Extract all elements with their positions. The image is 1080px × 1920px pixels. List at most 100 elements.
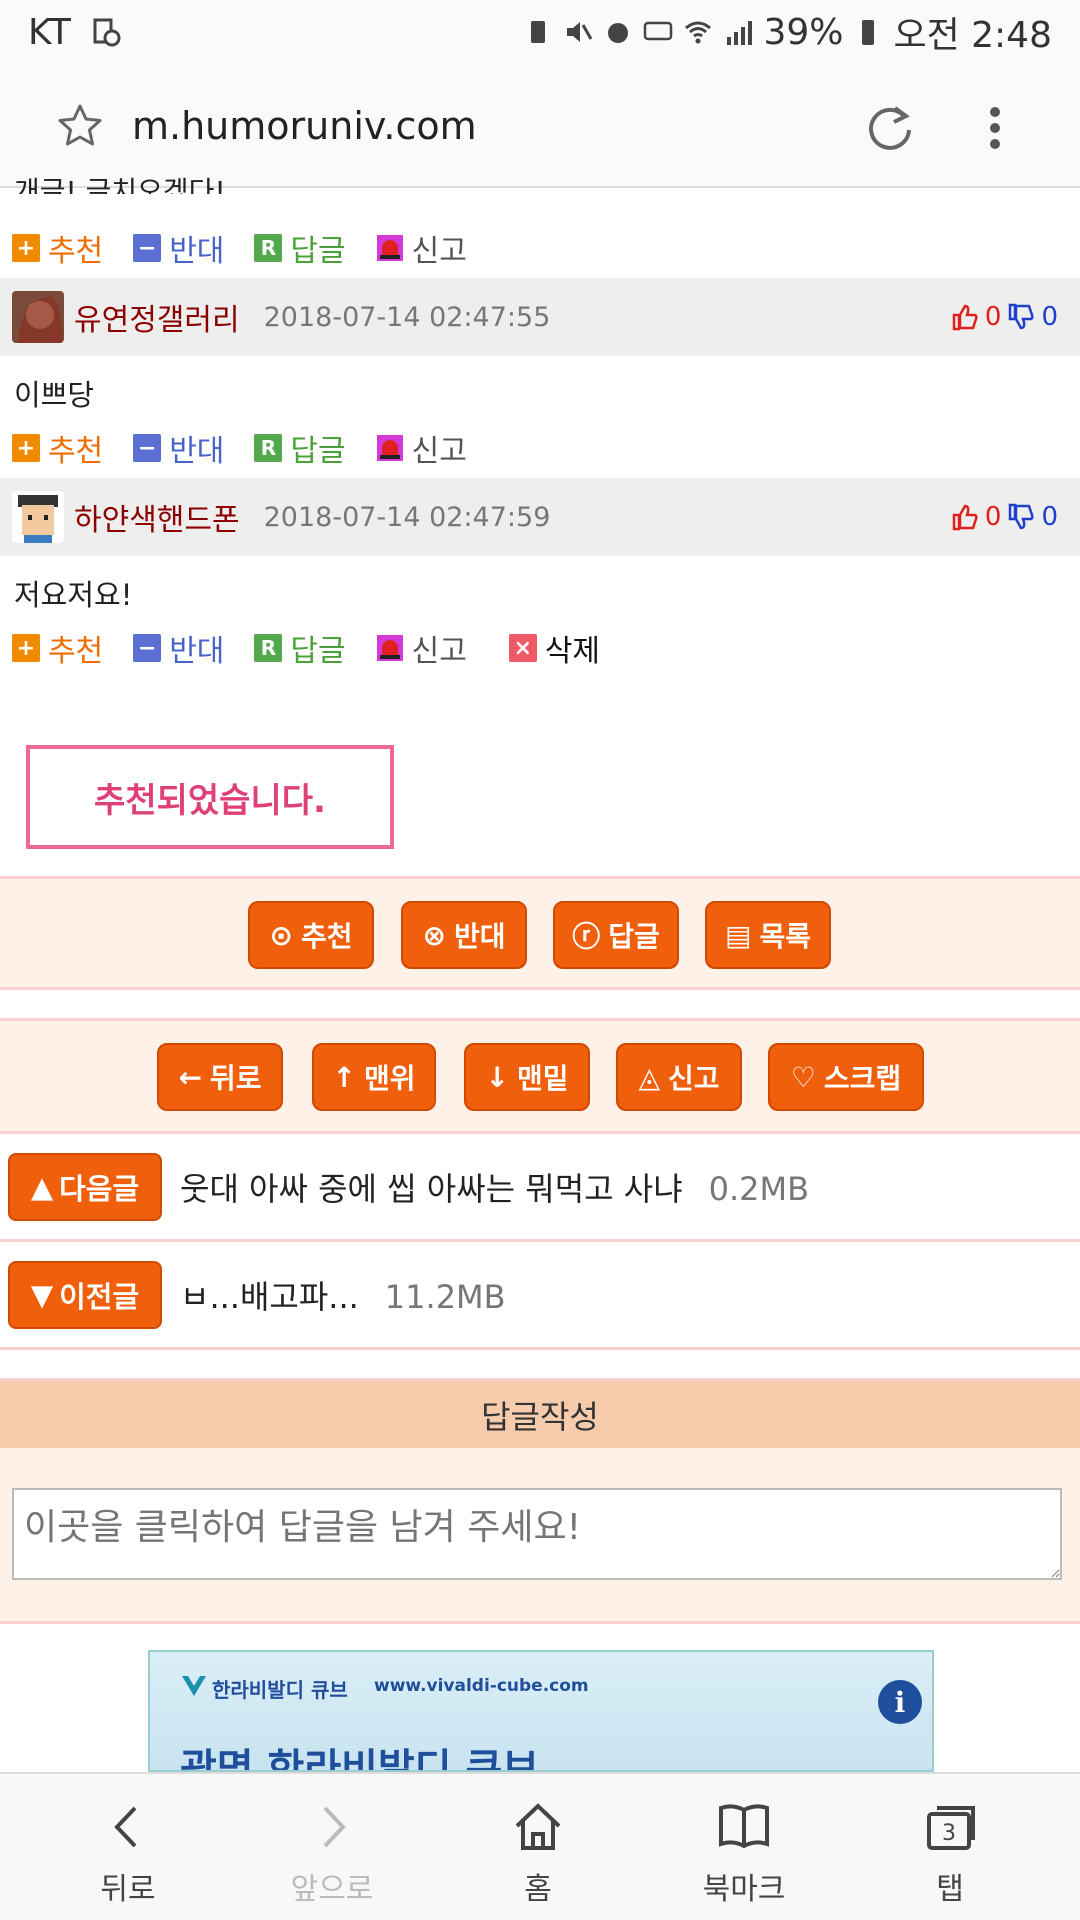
- clock: 오전 2:48: [893, 15, 1052, 56]
- reply-icon: R: [254, 634, 283, 662]
- oppose-button[interactable]: − 반대: [133, 226, 224, 270]
- post-reply-label: 답글: [608, 920, 660, 953]
- report-button[interactable]: 신고: [376, 426, 467, 470]
- home-button[interactable]: 홈: [438, 1774, 638, 1920]
- recommend-button[interactable]: + 추천: [12, 626, 103, 670]
- screenshot-icon: [93, 18, 121, 47]
- next-post-button[interactable]: ▲ 다음글: [8, 1152, 162, 1221]
- tabs-label: 탭: [936, 1872, 964, 1907]
- recommend-button[interactable]: + 추천: [12, 226, 103, 270]
- list-label: 목록: [759, 920, 811, 953]
- post-recommend-button[interactable]: ⊙ 추천: [248, 901, 374, 969]
- book-icon: [719, 1804, 769, 1849]
- brand-logo-icon: [182, 1676, 206, 1696]
- scrap-button[interactable]: ♡ 스크랩: [768, 1043, 924, 1111]
- browser-forward-button[interactable]: 앞으로: [232, 1774, 432, 1920]
- reply-label: 답글: [290, 234, 346, 269]
- recommend-button[interactable]: + 추천: [12, 426, 103, 470]
- comment-votes: 0 0: [951, 502, 1058, 532]
- bookmark-star-icon[interactable]: [56, 102, 104, 150]
- post-recommend-label: 추천: [300, 920, 353, 953]
- post-report-button[interactable]: ◬ 신고: [616, 1043, 742, 1111]
- status-bar: KT 39% 오전 2:48: [0, 0, 1080, 64]
- thumbs-up-icon: [952, 304, 978, 331]
- report-button[interactable]: 신고: [376, 226, 467, 270]
- next-post-title: 웃대 아싸 중에 씹 아싸는 뭐먹고 사냐: [180, 1169, 683, 1208]
- comment-time: 2018-07-14 02:47:59: [263, 501, 551, 533]
- comment-header: 하얀색핸드폰 2018-07-14 02:47:59 0 0: [0, 478, 1080, 556]
- chevron-left-icon: [114, 1806, 137, 1848]
- recommend-label: 추천: [48, 434, 104, 469]
- post-oppose-label: 반대: [453, 920, 506, 953]
- recommend-label: 추천: [48, 634, 104, 669]
- ad-banner[interactable]: 한라비발디 큐브 www.vivaldi-cube.com 광명 한라비발디 큐…: [148, 1650, 934, 1772]
- ad-brand: 한라비발디 큐브: [212, 1678, 348, 1702]
- more-menu-icon[interactable]: [980, 104, 1010, 152]
- report-label: 신고: [411, 634, 467, 669]
- home-label: 홈: [524, 1872, 552, 1907]
- ad-site: www.vivaldi-cube.com: [374, 1676, 589, 1696]
- post-reply-button[interactable]: ⓡ 답글: [553, 901, 679, 969]
- browser-back-button[interactable]: 뒤로: [28, 1774, 228, 1920]
- reply-button[interactable]: R 답글: [254, 426, 346, 470]
- reply-button[interactable]: R 답글: [254, 226, 346, 270]
- next-post-label: 다음글: [59, 1171, 140, 1206]
- comment-header: 유연정갤러리 2018-07-14 02:47:55 0 0: [0, 278, 1080, 356]
- siren-icon: [376, 635, 403, 661]
- comment-actions: + 추천 − 반대 R 답글 신고: [12, 226, 497, 270]
- report-button[interactable]: 신고: [376, 626, 467, 670]
- list-icon: ▤: [725, 918, 752, 952]
- next-post-link[interactable]: 웃대 아싸 중에 씹 아싸는 뭐먹고 사냐 0.2MB: [180, 1164, 809, 1210]
- x-circle-icon: ⊗: [422, 918, 446, 952]
- prev-post-row[interactable]: ▼ 이전글 ㅂ...배고파... 11.2MB: [0, 1242, 1080, 1350]
- prev-post-button[interactable]: ▼ 이전글: [8, 1260, 162, 1329]
- reply-icon: R: [254, 434, 283, 462]
- page-nav-bar: ← 뒤로 ↑ 맨위 ↓ 맨밑 ◬ 신고 ♡ 스크랩: [0, 1018, 1080, 1134]
- back-button[interactable]: ← 뒤로: [157, 1043, 283, 1111]
- triangle-up-icon: ▲: [30, 1169, 54, 1204]
- tabs-button[interactable]: 3 탭: [850, 1774, 1050, 1920]
- post-action-bar: ⊙ 추천 ⊗ 반대 ⓡ 답글 ▤ 목록: [0, 876, 1080, 990]
- browser-bottom-bar: 뒤로 앞으로 홈 북마크 3 탭: [0, 1772, 1080, 1920]
- prev-post-link[interactable]: ㅂ...배고파... 11.2MB: [180, 1272, 506, 1318]
- post-report-label: 신고: [668, 1062, 720, 1095]
- prev-post-size: 11.2MB: [384, 1277, 506, 1316]
- bottom-label: 맨밑: [516, 1062, 569, 1095]
- avatar: [12, 491, 64, 543]
- list-button[interactable]: ▤ 목록: [705, 901, 831, 969]
- delete-label: 삭제: [544, 634, 601, 669]
- top-button[interactable]: ↑ 맨위: [312, 1043, 436, 1111]
- hd-voice-icon: [644, 21, 673, 41]
- bookmarks-label: 북마크: [702, 1872, 786, 1907]
- reply-icon: R: [254, 234, 283, 262]
- url-text[interactable]: m.humoruniv.com: [132, 104, 477, 148]
- siren-icon: [376, 235, 403, 261]
- reload-icon[interactable]: [864, 102, 916, 154]
- reply-section-title: 답글작성: [0, 1378, 1080, 1448]
- delete-button[interactable]: × 삭제: [508, 626, 601, 670]
- thumbs-down-icon: [1009, 303, 1035, 330]
- heart-icon: ♡: [790, 1060, 816, 1094]
- arrow-left-icon: ←: [178, 1060, 202, 1094]
- comment-time: 2018-07-14 02:47:55: [263, 301, 551, 333]
- recommend-label: 추천: [48, 234, 104, 269]
- bottom-button[interactable]: ↓ 맨밑: [464, 1043, 590, 1111]
- reply-label: 답글: [290, 634, 346, 669]
- oppose-button[interactable]: − 반대: [133, 426, 224, 470]
- home-icon: [515, 1803, 561, 1850]
- next-post-row[interactable]: ▲ 다음글 웃대 아싸 중에 씹 아싸는 뭐먹고 사냐 0.2MB: [0, 1134, 1080, 1242]
- wifi-icon: [685, 21, 712, 44]
- upvote-count: 0: [984, 502, 1002, 532]
- post-oppose-button[interactable]: ⊗ 반대: [401, 901, 527, 969]
- ad-info-icon[interactable]: i: [878, 1680, 922, 1724]
- oppose-button[interactable]: − 반대: [133, 626, 224, 670]
- comment-nickname[interactable]: 하얀색핸드폰: [74, 495, 240, 539]
- reply-button[interactable]: R 답글: [254, 626, 346, 670]
- oppose-label: 반대: [169, 234, 225, 269]
- carrier-label: KT: [28, 11, 71, 53]
- comment-nickname[interactable]: 유연정갤러리: [74, 295, 240, 339]
- downvote-count: 0: [1041, 302, 1058, 332]
- bookmarks-button[interactable]: 북마크: [644, 1774, 844, 1920]
- arrow-up-icon: ↑: [332, 1060, 356, 1094]
- reply-input[interactable]: [12, 1488, 1062, 1580]
